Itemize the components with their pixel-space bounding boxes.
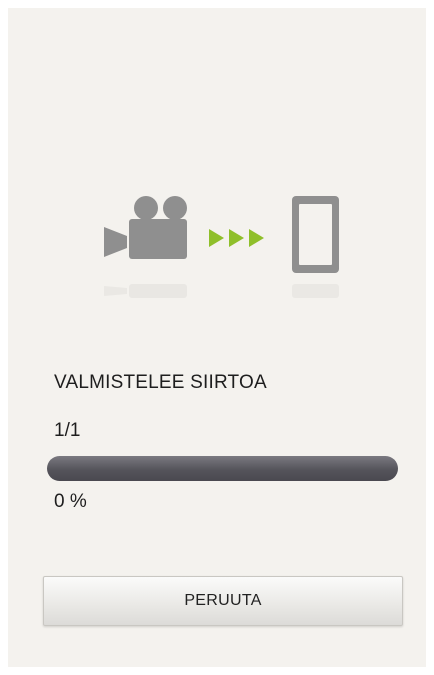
cancel-button-label: PERUUTA — [184, 592, 262, 609]
transfer-dialog: VALMISTELEE SIIRTOA 1/1 0 % PERUUTA — [8, 8, 426, 667]
phone-reflection — [292, 284, 339, 298]
progress-percent: 0 % — [54, 491, 87, 512]
video-camera-icon — [104, 196, 187, 259]
smartphone-icon — [292, 196, 339, 273]
transfer-arrows-icon — [209, 229, 264, 247]
cancel-button[interactable]: PERUUTA — [43, 576, 403, 626]
transfer-illustration — [104, 196, 339, 298]
progress-bar — [47, 456, 398, 481]
file-count: 1/1 — [54, 420, 81, 441]
transfer-status-text: VALMISTELEE SIIRTOA — [54, 372, 267, 393]
camera-reflection — [104, 284, 187, 298]
